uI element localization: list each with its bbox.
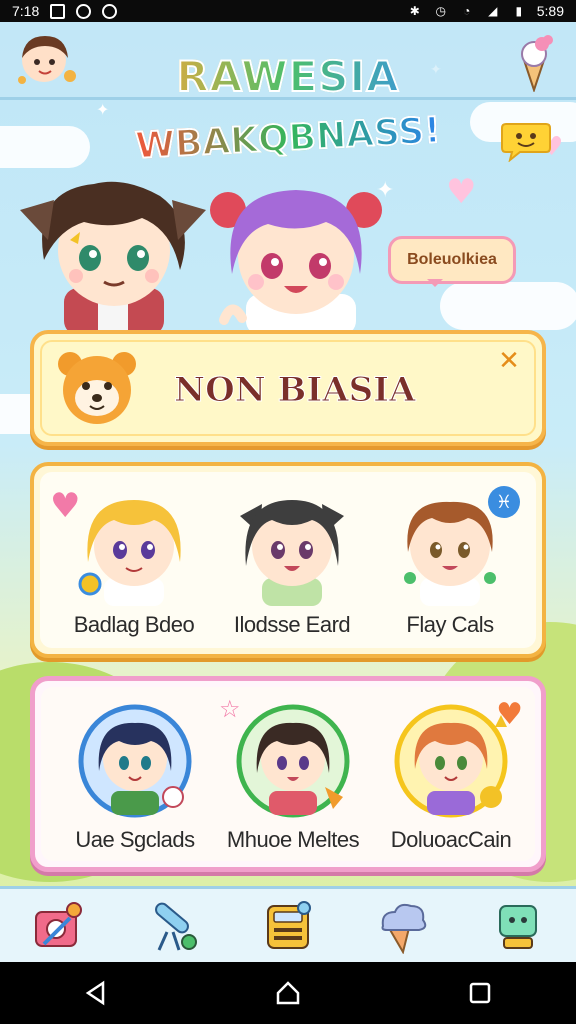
- character-card[interactable]: Badlag Bdeo: [54, 480, 214, 650]
- character-portrait-blackhair: [233, 701, 353, 821]
- gallery-icon: [49, 3, 65, 19]
- character-card[interactable]: Ilodsse Eard: [212, 480, 372, 650]
- status-bar: 7:18 ✱ ◷ ◔ ◢ ▮ 5:89: [0, 0, 576, 22]
- smiley-chat-icon[interactable]: [500, 118, 552, 163]
- calculator-icon[interactable]: [256, 894, 320, 958]
- character-portrait-navyhair: [75, 701, 195, 821]
- character-card[interactable]: Uae Sgclads: [55, 695, 215, 865]
- cloud-icecream-icon[interactable]: [371, 894, 435, 958]
- character-name: DoluoacCain: [390, 827, 512, 852]
- sparkle-decor: ✦: [96, 100, 110, 119]
- bear-mascot-icon: [52, 342, 142, 432]
- character-name: Badlag Bdeo: [73, 612, 195, 637]
- speech-text: Boleuolkiea: [407, 251, 497, 268]
- bottom-nav: [0, 886, 576, 962]
- wifi-icon: ◔: [463, 4, 471, 18]
- status-time: 7:18: [12, 3, 40, 19]
- bluetooth-icon: ✱: [409, 4, 420, 18]
- character-name: Uae Sgclads: [75, 827, 195, 852]
- character-card[interactable]: DoluoacCain: [371, 695, 531, 865]
- character-portrait-darkhair: [232, 486, 352, 606]
- character-card[interactable]: Mhuoe Meltes: [213, 695, 373, 865]
- back-icon[interactable]: [76, 973, 116, 1013]
- status-clock: 5:89: [536, 3, 564, 19]
- home-icon[interactable]: [268, 973, 308, 1013]
- camera-edit-icon[interactable]: [26, 894, 90, 958]
- battery-icon: ▮: [515, 4, 523, 18]
- heart-decor: ♥: [446, 172, 477, 212]
- hero-character-boy: [14, 170, 214, 335]
- hero-character-girl: [206, 170, 406, 335]
- character-portrait-blonde: [74, 486, 194, 606]
- character-name: Mhuoe Meltes: [226, 827, 360, 852]
- speech-bubble: Boleuolkiea: [388, 236, 516, 287]
- character-card[interactable]: Flay Cals: [370, 480, 530, 650]
- signal-icon: ◢: [488, 4, 498, 18]
- system-nav-bar: [0, 962, 576, 1024]
- robot-icon[interactable]: [486, 894, 550, 958]
- character-panel-1: ♥ ♓ Badlag Bdeo Ilodsse Eard Flay Cals: [30, 462, 546, 658]
- character-name: Ilodsse Eard: [233, 612, 351, 637]
- record-icon: [101, 3, 117, 19]
- alarm-icon: ◷: [435, 4, 446, 18]
- character-panel-2: ☆ ♥ Uae Sgclads Mhuoe Meltes DoluoacCain: [30, 676, 546, 872]
- character-portrait-brownhair: [390, 486, 510, 606]
- close-icon[interactable]: ✕: [494, 346, 524, 376]
- app-screen: ♥ ♥ ✦ ✦ ✦ RAWESIA WBAKQBNAS: [0, 22, 576, 962]
- banner-title: NON BIASIA: [173, 370, 416, 411]
- recents-icon[interactable]: [460, 973, 500, 1013]
- cloud-decor: [440, 282, 576, 330]
- app-subtitle: WBAKQBNASS!: [0, 103, 576, 174]
- character-portrait-gingerhair: [391, 701, 511, 821]
- promo-banner[interactable]: NON BIASIA ✕: [30, 330, 546, 446]
- app-title: RAWESIA: [0, 51, 576, 102]
- message-icon: [75, 3, 91, 19]
- telescope-icon[interactable]: [141, 894, 205, 958]
- character-name: Flay Cals: [406, 612, 494, 637]
